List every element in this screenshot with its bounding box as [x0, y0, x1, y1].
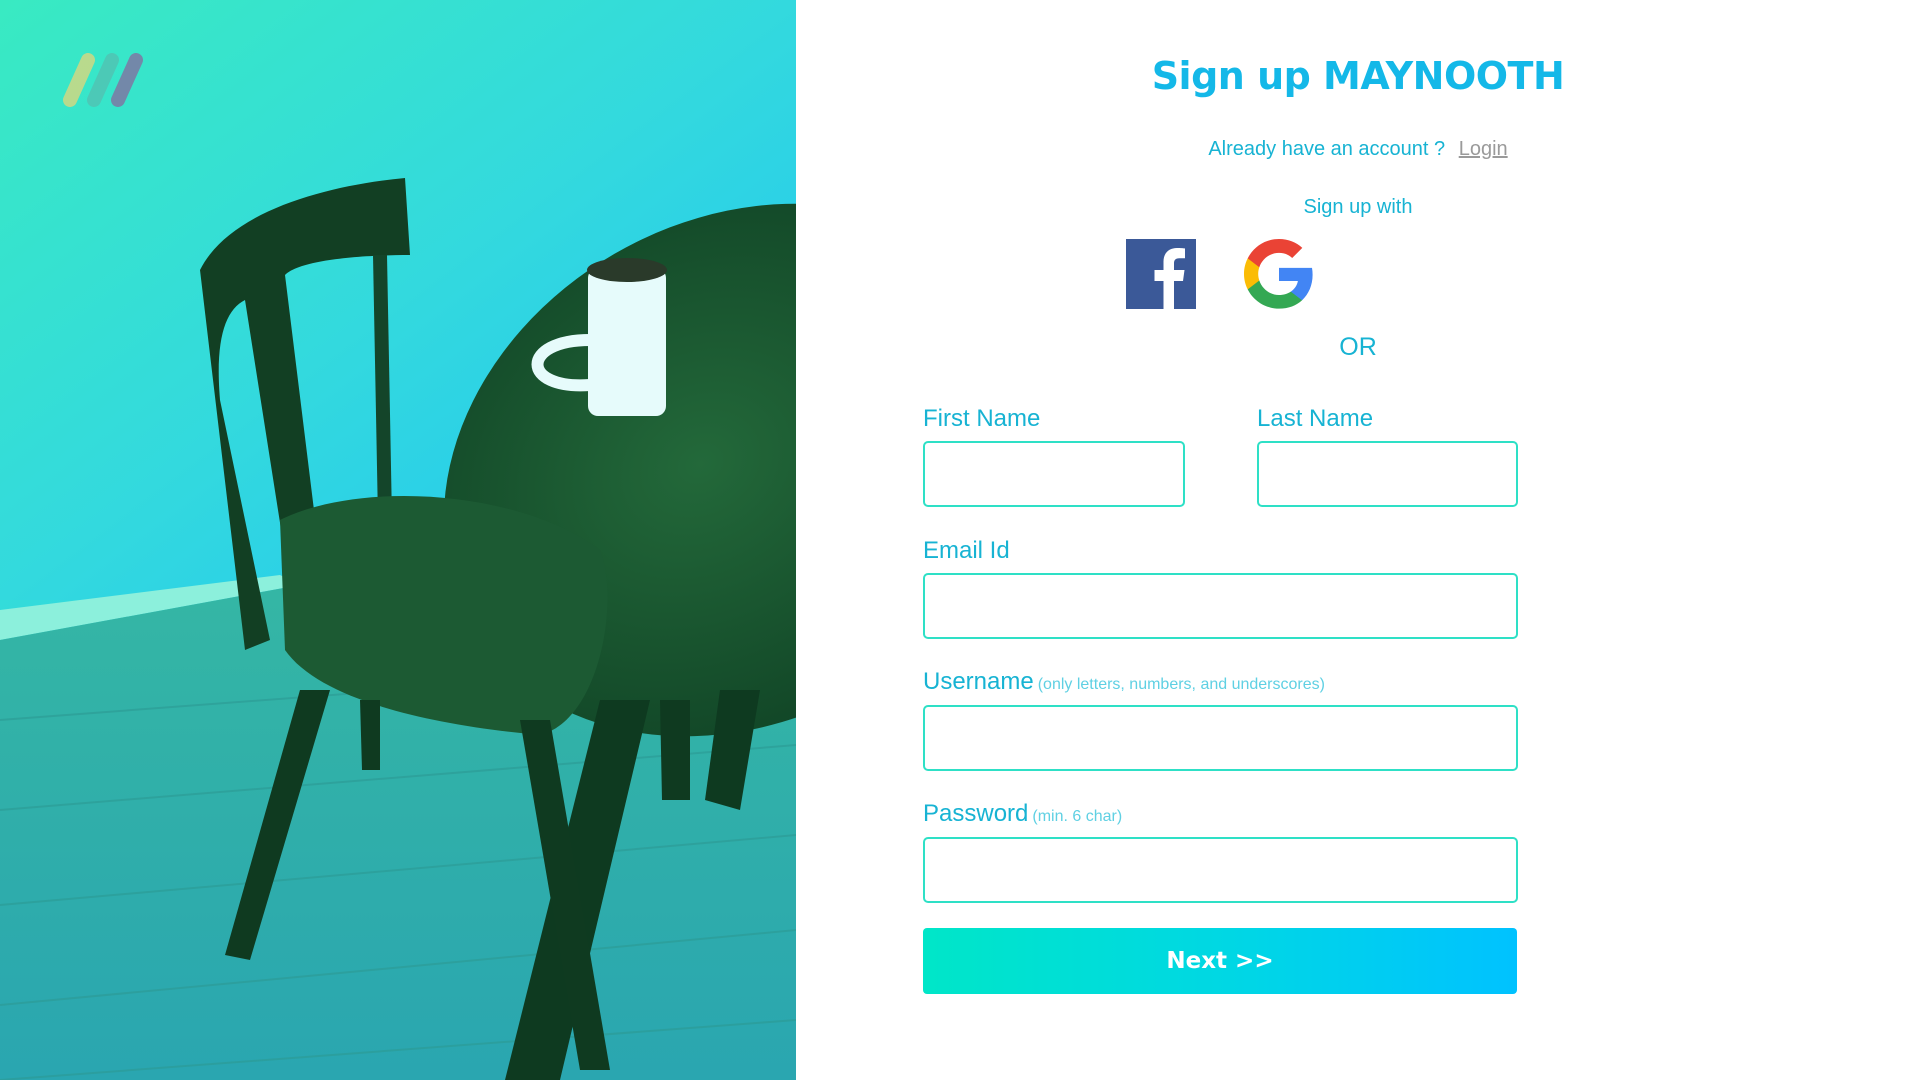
password-label-row: Password (min. 6 char)	[923, 800, 1122, 828]
google-icon[interactable]	[1244, 239, 1314, 309]
password-label: Password	[923, 800, 1029, 827]
username-label-row: Username (only letters, numbers, and unde…	[923, 668, 1325, 696]
page-title: Sign up MAYNOOTH	[1151, 54, 1565, 98]
signup-page: Sign up MAYNOOTH Already have an account…	[0, 0, 1920, 1080]
username-input[interactable]	[923, 705, 1518, 771]
username-hint: (only letters, numbers, and underscores)	[1037, 676, 1325, 693]
account-prompt-text: Already have an account ?	[1208, 138, 1446, 160]
last-name-input[interactable]	[1257, 441, 1518, 507]
signup-with-label: Sign up with	[1303, 196, 1413, 218]
email-label: Email Id	[923, 537, 1010, 564]
last-name-label: Last Name	[1257, 405, 1374, 432]
first-name-label: First Name	[923, 405, 1041, 432]
brand-logo-icon[interactable]	[58, 48, 150, 112]
login-link[interactable]: Login	[1459, 138, 1508, 160]
password-input[interactable]	[923, 837, 1518, 903]
hero-photo	[0, 0, 796, 1080]
signup-form-panel: Sign up MAYNOOTH Already have an account…	[796, 0, 1920, 1080]
login-prompt: Already have an account ? Login	[796, 138, 1920, 161]
hero-image-panel	[0, 0, 796, 1080]
facebook-icon[interactable]	[1126, 239, 1196, 309]
email-input[interactable]	[923, 573, 1518, 639]
next-button[interactable]: Next >>	[923, 928, 1517, 994]
first-name-input[interactable]	[923, 441, 1185, 507]
username-label: Username	[923, 668, 1034, 695]
or-divider: OR	[1339, 333, 1377, 361]
password-hint: (min. 6 char)	[1032, 808, 1123, 825]
